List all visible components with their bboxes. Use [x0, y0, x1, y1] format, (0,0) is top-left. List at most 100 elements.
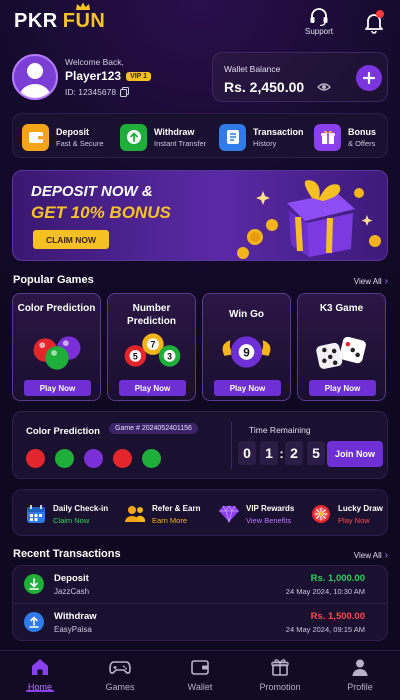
player-id-row: ID: 12345678	[65, 87, 130, 97]
welcome-text: Welcome Back,	[65, 57, 124, 67]
result-ball-green	[55, 449, 74, 468]
avatar[interactable]	[12, 54, 58, 100]
player-name: Player123	[65, 69, 122, 83]
profile-summary[interactable]: Welcome Back, Player123 VIP 1 ID: 123456…	[12, 52, 205, 105]
game-number-badge: Game # 2024052401156	[109, 423, 198, 434]
quick-action-subtitle: Instant Transfer	[154, 138, 207, 148]
reward-vip[interactable]: VIP Rewards View Benefits	[218, 500, 294, 528]
player-id: ID: 12345678	[65, 87, 117, 97]
quick-action-title: Deposit	[56, 126, 90, 137]
user-icon	[19, 63, 51, 98]
nav-label: Promotion	[259, 682, 301, 692]
top-bar: PKR FUN Support	[0, 0, 400, 46]
wallet-icon	[191, 660, 209, 675]
wallet-balance-card: Wallet Balance Rs. 2,450.00	[212, 52, 388, 102]
quick-action-withdraw[interactable]: Withdraw Instant Transfer	[120, 122, 206, 152]
user-icon	[352, 659, 368, 676]
referral-users-icon	[124, 503, 146, 525]
popular-games-view-all[interactable]: View All ›	[354, 276, 388, 287]
rewards-bar: Daily Check-in Claim Now Refer & Earn Ea…	[12, 489, 388, 536]
notifications-button[interactable]	[362, 10, 386, 34]
wallet-icon	[22, 123, 49, 151]
upload-arrow-icon	[24, 612, 44, 632]
player-name-row: Player123 VIP 1	[65, 69, 152, 83]
quick-action-deposit[interactable]: Deposit Fast & Secure	[22, 122, 104, 152]
round-title: Color Prediction	[26, 426, 100, 437]
reward-lucky-draw[interactable]: Lucky Draw Play Now	[310, 500, 383, 528]
popular-games-title: Popular Games	[13, 274, 94, 286]
play-now-button[interactable]: Play Now	[214, 380, 281, 396]
game-title: Win Go	[229, 309, 264, 320]
document-icon	[219, 123, 246, 151]
reward-daily-checkin[interactable]: Daily Check-in Claim Now	[25, 500, 108, 528]
recent-results	[26, 449, 171, 468]
game-card-color-prediction[interactable]: Color Prediction Play Now	[12, 293, 101, 401]
eye-icon[interactable]	[317, 82, 331, 92]
quick-actions-bar: Deposit Fast & Secure Withdraw Instant T…	[12, 113, 388, 158]
transaction-method: EasyPaisa	[54, 625, 92, 634]
quick-action-title: Transaction	[253, 126, 304, 137]
claim-now-button[interactable]: CLAIM NOW	[33, 230, 109, 249]
headset-icon	[310, 8, 328, 26]
reward-subtitle: Play Now	[338, 515, 370, 525]
transaction-type: Deposit	[54, 573, 89, 584]
wallet-amount: Rs. 2,450.00	[224, 79, 305, 95]
nav-label: Wallet	[187, 682, 213, 692]
banner-headline: DEPOSIT NOW &	[31, 183, 153, 200]
recent-transactions-title: Recent Transactions	[13, 548, 121, 560]
countdown-timer: 0 1 : 2 5	[238, 441, 325, 465]
transaction-row[interactable]: Withdraw EasyPaisa Rs. 1,500.00 24 May 2…	[13, 603, 387, 640]
notification-dot	[376, 10, 384, 18]
transactions-list: Deposit JazzCash Rs. 1,000.00 24 May 202…	[12, 565, 388, 641]
wheel-icon	[310, 503, 332, 525]
logo-primary: PKR	[14, 10, 58, 32]
play-now-button[interactable]: Play Now	[119, 380, 186, 396]
play-now-button[interactable]: Play Now	[24, 380, 91, 396]
quick-action-title: Bonus	[348, 126, 376, 137]
svg-text:5: 5	[133, 351, 138, 361]
app-logo[interactable]: PKR FUN	[14, 2, 106, 33]
quick-action-transaction[interactable]: Transaction History	[219, 122, 304, 152]
nav-promotion[interactable]: Promotion	[240, 657, 320, 692]
time-remaining-label: Time Remaining	[249, 425, 311, 435]
nav-home[interactable]: Home	[0, 657, 80, 692]
support-button[interactable]: Support	[302, 8, 336, 36]
game-card-win-go[interactable]: Win Go 9 Play Now	[202, 293, 291, 401]
transaction-date: 24 May 2024, 10:30 AM	[285, 587, 365, 596]
result-ball-green	[142, 449, 161, 468]
divider	[231, 422, 232, 470]
game-card-number-prediction[interactable]: Number Prediction 5 7 3 Play Now	[107, 293, 196, 401]
timer-digit: 2	[285, 441, 303, 465]
transaction-date: 24 May 2024, 09:15 AM	[285, 625, 365, 634]
nav-wallet[interactable]: Wallet	[160, 657, 240, 692]
color-prediction-round: Color Prediction Game # 2024052401156 Ti…	[12, 411, 388, 479]
quick-action-subtitle: Fast & Secure	[56, 138, 104, 148]
quick-action-subtitle: & Offers	[348, 138, 376, 148]
reward-title: Refer & Earn	[152, 503, 201, 513]
quick-action-title: Withdraw	[154, 126, 195, 137]
nav-games[interactable]: Games	[80, 657, 160, 692]
add-funds-button[interactable]	[356, 65, 382, 91]
transactions-view-all[interactable]: View All ›	[354, 550, 388, 561]
copy-icon[interactable]	[120, 87, 130, 97]
timer-digit: 5	[307, 441, 325, 465]
quick-action-bonus[interactable]: Bonus & Offers	[314, 122, 376, 152]
game-card-k3[interactable]: K3 Game Play Now	[297, 293, 386, 401]
play-now-button[interactable]: Play Now	[309, 380, 376, 396]
result-ball-red	[113, 449, 132, 468]
reward-title: Daily Check-in	[53, 503, 109, 513]
game-title: K3 Game	[319, 303, 364, 314]
promo-banner[interactable]: DEPOSIT NOW & GET 10% BONUS CLAIM NOW	[12, 170, 388, 261]
join-now-button[interactable]: Join Now	[327, 441, 383, 467]
timer-separator: :	[279, 445, 284, 461]
gift-icon	[314, 123, 341, 151]
active-indicator	[26, 690, 54, 692]
reward-refer-earn[interactable]: Refer & Earn Earn More	[124, 500, 200, 528]
transaction-row[interactable]: Deposit JazzCash Rs. 1,000.00 24 May 202…	[13, 566, 387, 603]
number-balls-icon: 5 7 3	[124, 333, 181, 367]
bottom-navigation: Home Games Wallet Promotion Profile	[0, 650, 400, 700]
logo-secondary: FUN	[62, 2, 106, 33]
logo-secondary-text: FUN	[62, 10, 106, 32]
nav-profile[interactable]: Profile	[320, 657, 400, 692]
view-all-label: View All	[353, 277, 382, 286]
